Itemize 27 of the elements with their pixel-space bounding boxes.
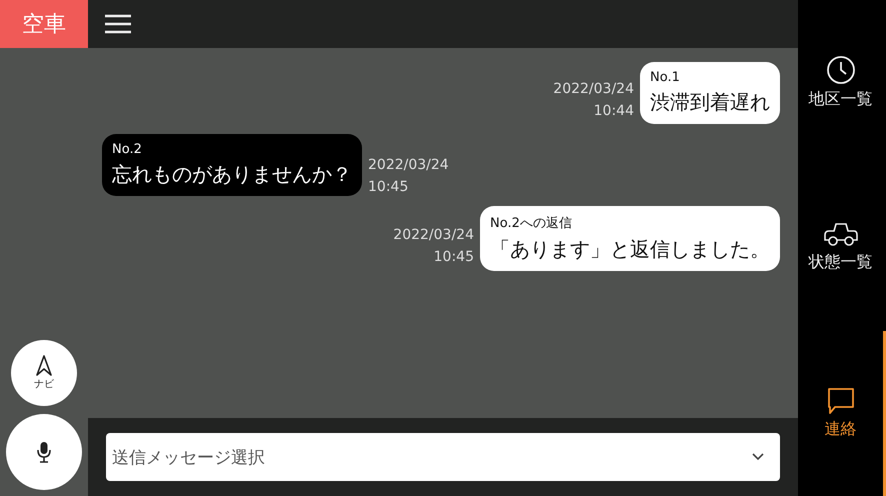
message-header: No.1 [650,70,681,85]
message-text: 忘れものがありませんか？ [112,161,352,188]
message-time: 10:45 [368,178,408,197]
clock-icon [826,55,856,86]
chat-icon [826,386,854,415]
vacant-status: 空車 [0,0,88,48]
dropdown-caret-icon [752,453,764,461]
message-header: No.2への返信 [490,215,573,232]
microphone-icon [37,441,51,463]
message-date: 2022/03/24 [368,156,449,175]
navigation-button[interactable]: ナビ [11,340,77,406]
menu-icon[interactable] [104,13,132,35]
message-time: 10:44 [594,102,634,121]
select-placeholder: 送信メッセージ選択 [112,446,265,468]
navigation-arrow-icon [36,355,52,377]
sidebar-tab[interactable]: 地区一覧 [798,0,886,166]
message-text: 渋滞到着遅れ [650,89,770,116]
navigation-label: ナビ [34,378,54,391]
message-time: 10:45 [434,248,474,266]
message-date: 2022/03/24 [553,80,634,99]
sidebar-tab[interactable]: 連絡 [798,330,886,496]
message-text: 「あります」と返信しました。 [490,236,770,263]
car-icon [824,222,858,248]
sidebar-tab[interactable]: 状態一覧 [798,165,886,331]
message-header: No.2 [112,142,143,157]
message-select-field[interactable]: 送信メッセージ選択 [106,433,780,481]
message-date: 2022/03/24 [393,226,474,244]
